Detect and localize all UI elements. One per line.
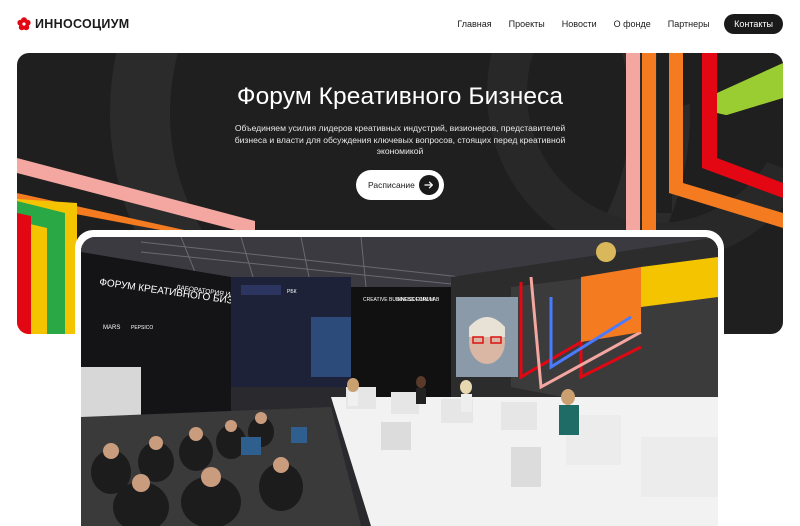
arrow-right-icon xyxy=(419,175,439,195)
contacts-button[interactable]: Контакты xyxy=(724,14,783,34)
nav-link-about[interactable]: О фонде xyxy=(605,14,659,34)
nav-link-home[interactable]: Главная xyxy=(449,14,500,34)
forum-photo-illustration: ФОРУМ КРЕАТИВНОГО БИЗНЕСА ЛАБОРАТОРИЯ ИН… xyxy=(81,237,718,526)
logo-text: ИННОСОЦИУМ xyxy=(35,17,130,31)
nav-link-projects[interactable]: Проекты xyxy=(500,14,553,34)
logo[interactable]: ИННОСОЦИУМ xyxy=(17,15,130,33)
hero-title: Форум Креативного Бизнеса xyxy=(236,83,564,110)
schedule-button-label: Расписание xyxy=(368,180,415,190)
nav-link-news[interactable]: Новости xyxy=(553,14,605,34)
main-nav: Главная Проекты Новости О фонде Партнеры… xyxy=(449,14,783,34)
stage-text-2: INNOSOCIUM LAB xyxy=(396,297,440,303)
sponsor-rbk: РБК xyxy=(287,289,297,295)
nav-link-partners[interactable]: Партнеры xyxy=(659,14,718,34)
hero-subtitle: Объединяем усилия лидеров креативных инд… xyxy=(234,123,566,156)
sponsor-mars: MARS xyxy=(103,325,120,331)
logo-flower-icon xyxy=(17,17,31,31)
site-header: ИННОСОЦИУМ Главная Проекты Новости О фон… xyxy=(0,0,800,48)
sponsor-pepsico: PEPSICO xyxy=(131,325,153,331)
schedule-button[interactable]: Расписание xyxy=(356,170,444,200)
forum-photo: ФОРУМ КРЕАТИВНОГО БИЗНЕСА ЛАБОРАТОРИЯ ИН… xyxy=(81,237,718,526)
